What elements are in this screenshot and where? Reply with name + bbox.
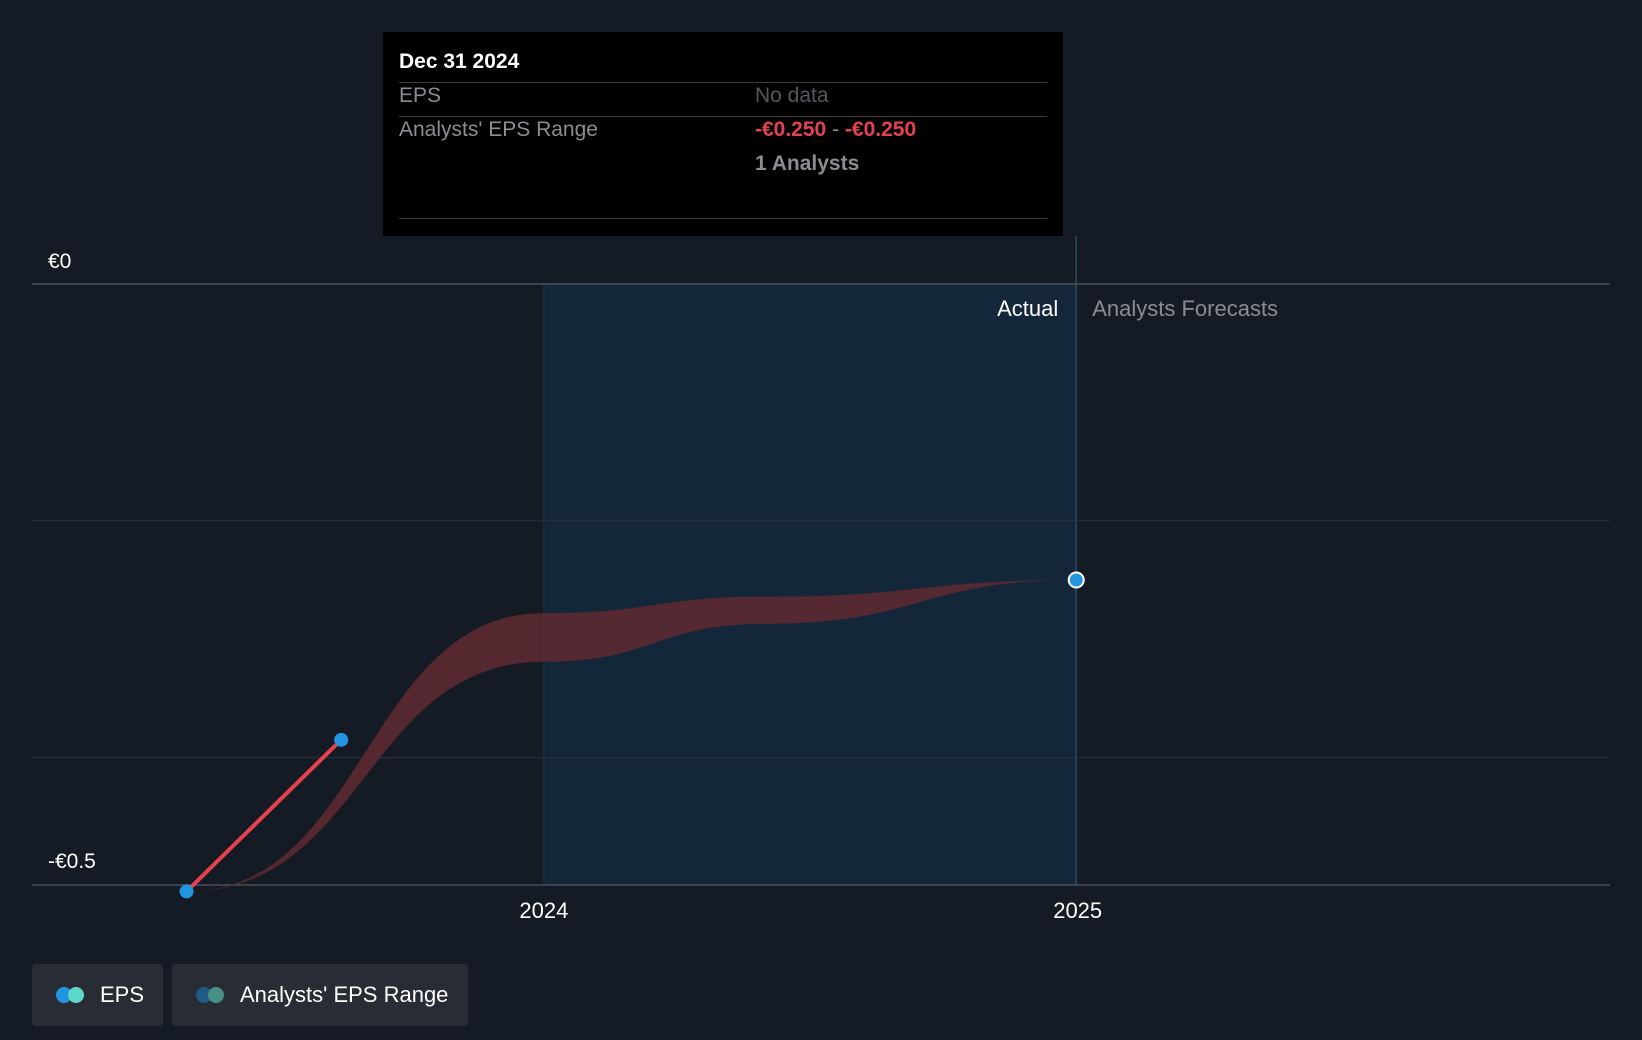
eps-point	[334, 732, 349, 747]
tooltip-analysts: 1 Analysts	[755, 152, 860, 175]
legend-range-label: Analysts' EPS Range	[240, 982, 449, 1007]
y-tick-label: €0	[48, 250, 71, 273]
legend-eps-dot-2	[68, 987, 84, 1003]
tooltip-range-label: Analysts' EPS Range	[399, 118, 598, 141]
tooltip-range-low: -€0.250	[755, 118, 827, 141]
tooltip-divider	[399, 82, 1047, 83]
eps-point	[179, 884, 194, 899]
tooltip: Dec 31 2024 EPS No data Analysts' EPS Ra…	[383, 32, 1063, 236]
tooltip-divider	[399, 218, 1047, 219]
tooltip-eps-label: EPS	[399, 84, 442, 107]
forecast-point	[1067, 571, 1085, 589]
legend-range-button[interactable]: Analysts' EPS Range	[172, 964, 468, 1026]
eps-line	[184, 737, 344, 894]
y-tick-label: -€0.5	[48, 850, 96, 873]
legend-eps-button[interactable]: EPS	[32, 964, 163, 1026]
forecast-label: Analysts Forecasts	[1092, 296, 1278, 321]
tooltip-range-value: -€0.250 - -€0.250	[755, 118, 916, 142]
tooltip-range-high: -€0.250	[844, 118, 917, 141]
tooltip-range-separator: -	[832, 118, 840, 141]
tooltip-divider	[399, 116, 1047, 117]
tooltip-eps-value: No data	[755, 84, 829, 107]
x-tick-label: 2025	[1053, 898, 1102, 923]
legend-range-dot-2	[208, 987, 224, 1003]
tooltip-date: Dec 31 2024	[399, 50, 520, 73]
actual-label: Actual	[997, 296, 1058, 321]
x-tick-label: 2024	[519, 898, 568, 923]
legend-eps-label: EPS	[100, 982, 145, 1007]
